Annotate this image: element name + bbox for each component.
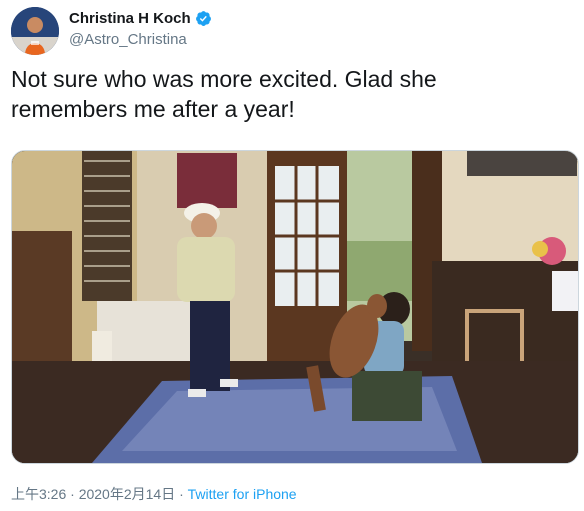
avatar[interactable]	[11, 7, 59, 55]
author-name-row: Christina H Koch	[69, 10, 212, 27]
author-display-name[interactable]: Christina H Koch	[69, 10, 191, 27]
author-handle[interactable]: @Astro_Christina	[69, 31, 187, 48]
tweet-text: Not sure who was more excited. Glad she …	[11, 66, 437, 122]
source-link[interactable]: Twitter for iPhone	[188, 486, 297, 502]
video-thumbnail[interactable]	[11, 150, 579, 464]
verified-badge-icon	[195, 10, 212, 27]
tweet-meta: 上午3:26 · 2020年2月14日 · Twitter for iPhone	[11, 484, 297, 504]
timestamp[interactable]: 上午3:26 · 2020年2月14日	[11, 486, 175, 502]
meta-separator: ·	[175, 486, 188, 502]
avatar-image	[11, 7, 59, 55]
